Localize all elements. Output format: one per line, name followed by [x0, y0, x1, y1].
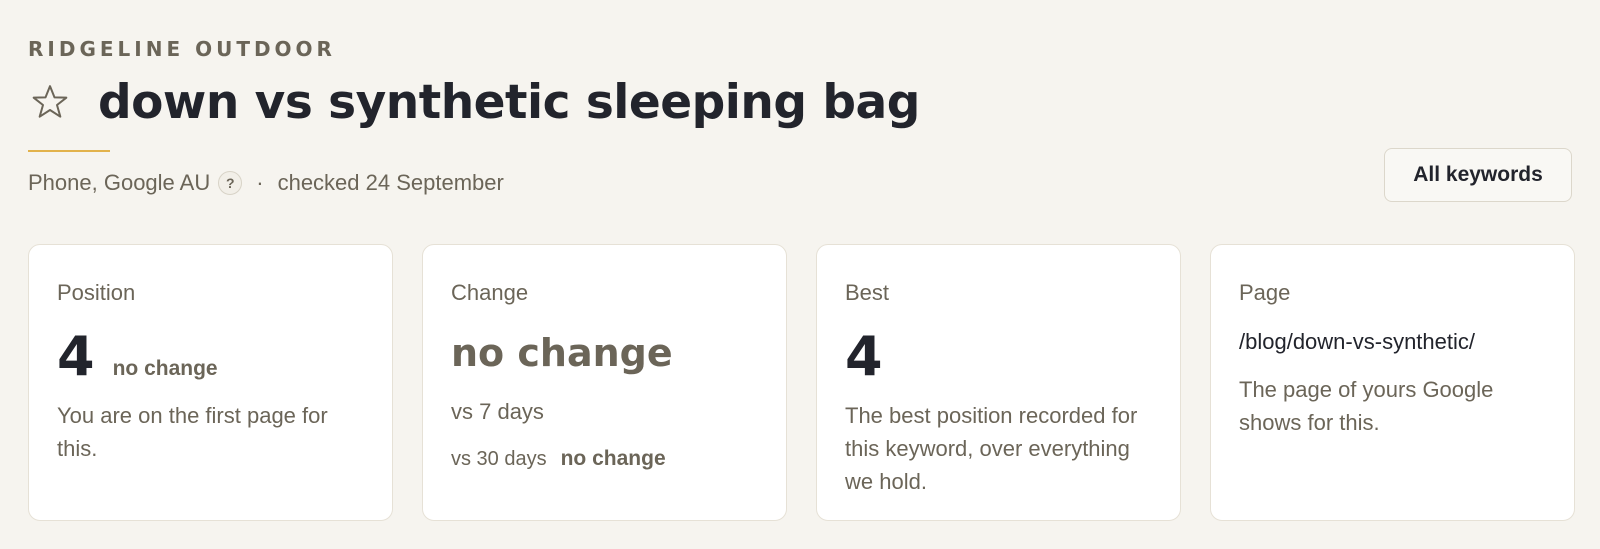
accent-divider: [28, 150, 110, 152]
best-card: Best 4 The best position recorded for th…: [816, 244, 1181, 521]
keyword-meta: Phone, Google AU ? · checked 24 Septembe…: [28, 168, 504, 198]
change-value: no change: [451, 331, 673, 375]
change-card: Change no change vs 7 days vs 30 days no…: [422, 244, 787, 521]
best-value-row: 4: [845, 327, 1152, 387]
best-value: 4: [845, 325, 883, 388]
star-icon[interactable]: [28, 80, 72, 124]
page-path-link[interactable]: /blog/down-vs-synthetic/: [1239, 327, 1546, 357]
page-card: Page /blog/down-vs-synthetic/ The page o…: [1210, 244, 1575, 521]
position-description: You are on the first page for this.: [57, 403, 328, 461]
position-card: Position 4 no change You are on the firs…: [28, 244, 393, 521]
change-vs30-label: vs 30 days: [451, 448, 547, 470]
page-description: The page of yours Google shows for this.: [1239, 377, 1494, 435]
help-icon[interactable]: ?: [218, 171, 243, 195]
brand-name: RIDGELINE OUTDOOR: [28, 37, 336, 61]
keyword-detail-page: RIDGELINE OUTDOOR down vs synthetic slee…: [0, 0, 1600, 549]
position-value: 4: [57, 325, 95, 388]
position-change: no change: [112, 357, 218, 380]
position-value-row: 4 no change: [57, 327, 364, 387]
change-card-label: Change: [451, 280, 529, 305]
page-title: down vs synthetic sleeping bag: [98, 74, 920, 130]
best-description: The best position recorded for this keyw…: [845, 403, 1138, 494]
change-vs30-row: vs 30 days no change: [451, 447, 758, 471]
position-card-label: Position: [57, 280, 136, 305]
best-card-label: Best: [845, 280, 890, 305]
all-keywords-button[interactable]: All keywords: [1384, 148, 1572, 202]
meta-separator: ·: [256, 170, 264, 195]
title-row: down vs synthetic sleeping bag: [28, 70, 920, 134]
stat-cards: Position 4 no change You are on the firs…: [28, 244, 1575, 521]
change-vs30-value: no change: [560, 447, 666, 470]
device-engine-text: Phone, Google AU: [28, 170, 211, 195]
page-card-label: Page: [1239, 280, 1291, 305]
checked-date-text: checked 24 September: [277, 170, 504, 195]
change-vs7-label: vs 7 days: [451, 399, 544, 424]
